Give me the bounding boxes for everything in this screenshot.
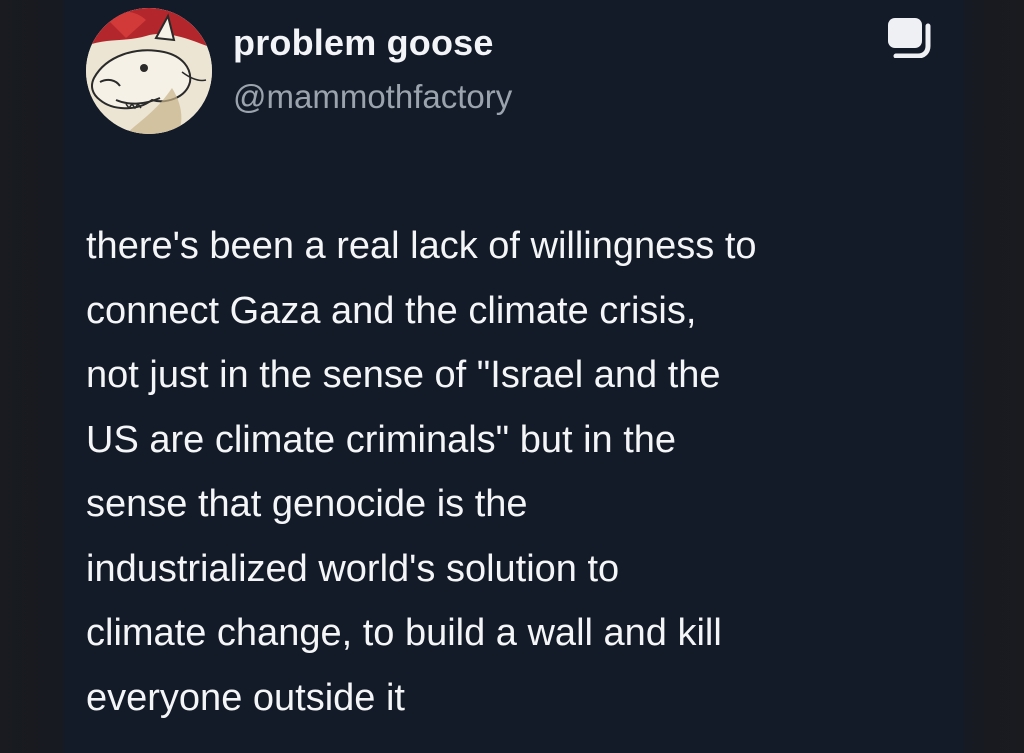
tweet-text-line: there's been a real lack of willingness …	[86, 225, 757, 267]
author-handle[interactable]: @mammothfactory	[233, 78, 512, 116]
tweet-text-line: not just in the sense of "Israel and the	[86, 354, 721, 396]
tweet-text-line: connect Gaza and the climate crisis,	[86, 289, 697, 332]
author-display-name[interactable]: problem goose	[233, 22, 494, 64]
avatar[interactable]	[86, 8, 212, 134]
tweet-text-line: sense that genocide is the	[86, 483, 528, 525]
copy-icon	[888, 18, 931, 58]
copy-button[interactable]	[884, 14, 934, 58]
tweet-text-line: US are climate criminals" but in the	[86, 418, 677, 461]
tweet-text-line: climate change, to build a wall and kill	[86, 612, 722, 654]
tweet-body: there's been a real lack of willingness …	[86, 214, 956, 730]
tweet-text-line: industrialized world's solution to	[86, 547, 620, 590]
goose-drawing-icon	[86, 8, 212, 134]
tweet-text-line: everyone outside it	[86, 676, 405, 719]
screenshot-frame: problem goose @mammothfactory there's be…	[0, 0, 1024, 753]
